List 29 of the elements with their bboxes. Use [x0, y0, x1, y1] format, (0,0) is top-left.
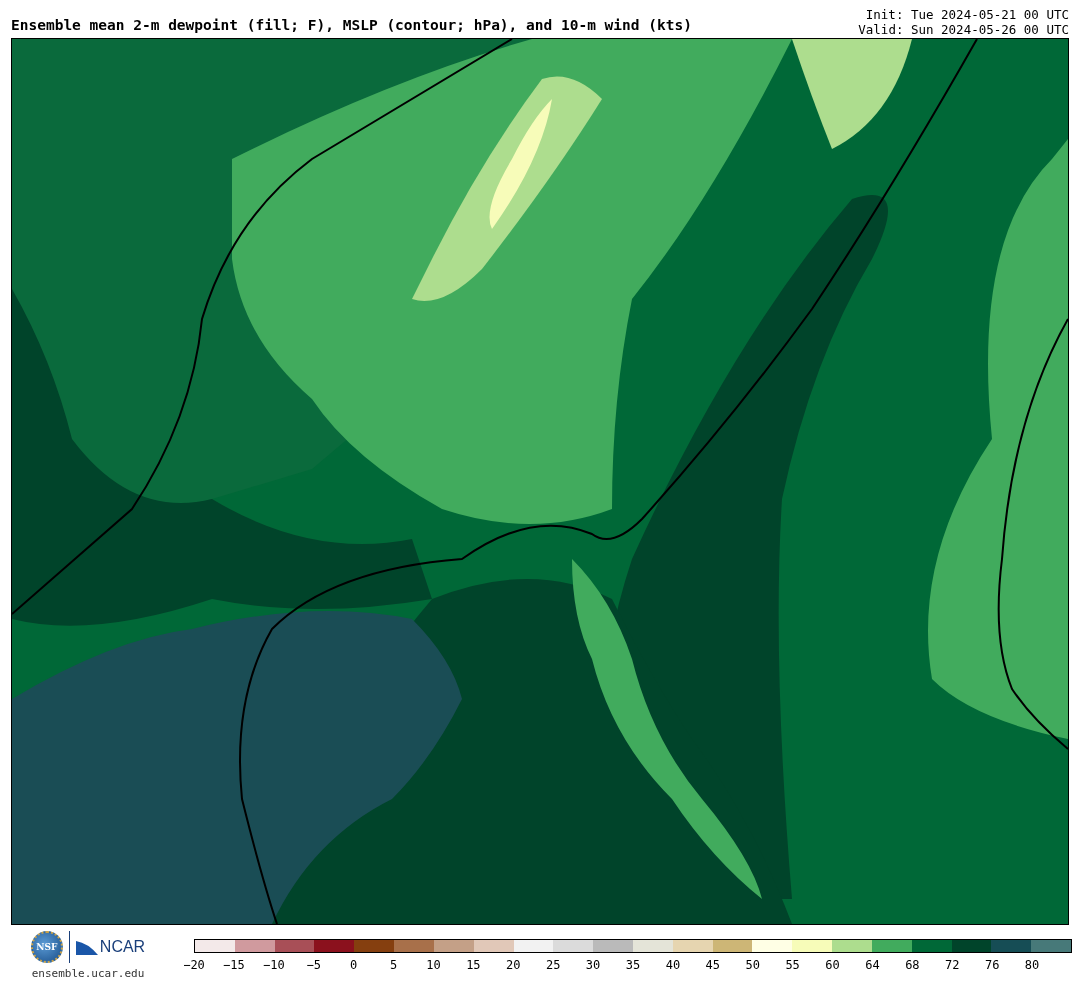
tick-label: 35: [625, 958, 641, 972]
init-time: Init: Tue 2024-05-21 00 UTC: [865, 7, 1069, 22]
tick-label: 76: [984, 958, 1000, 972]
tick-label: −15: [223, 958, 245, 972]
globe-logo: NSF: [30, 931, 63, 963]
tick-label: 45: [705, 958, 721, 972]
tick-label: 5: [389, 958, 398, 972]
site-url: ensemble.ucar.edu: [31, 967, 145, 980]
tick-label: 55: [785, 958, 800, 972]
tick-label: −10: [262, 958, 285, 972]
tick-label: 60: [825, 958, 840, 972]
chart-title: Ensemble mean 2-m dewpoint (fill; F), MSLP (contour; hPa), and 10-m wind (kts): [11, 17, 692, 35]
tick-label: 25: [545, 958, 561, 972]
tick-label: 10: [426, 958, 441, 972]
swoosh-icon: [75, 939, 98, 955]
tick-label: 72: [945, 958, 960, 972]
tick-label: 80: [1024, 958, 1040, 972]
tick-label: 68: [905, 958, 920, 972]
tick-label: −20: [183, 958, 205, 972]
tick-label: 50: [745, 958, 760, 972]
tick-label: 0: [350, 958, 358, 972]
tick-label: 40: [665, 958, 681, 972]
tick-label: 15: [466, 958, 481, 972]
tick-label: −5: [306, 958, 321, 972]
tick-label: 30: [585, 958, 601, 972]
tick-label: 64: [865, 958, 880, 972]
logo-text: NCAR: [99, 938, 146, 956]
tick-label: 20: [506, 958, 521, 972]
valid-time: Valid: Sun 2024-05-26 00 UTC: [858, 22, 1069, 37]
